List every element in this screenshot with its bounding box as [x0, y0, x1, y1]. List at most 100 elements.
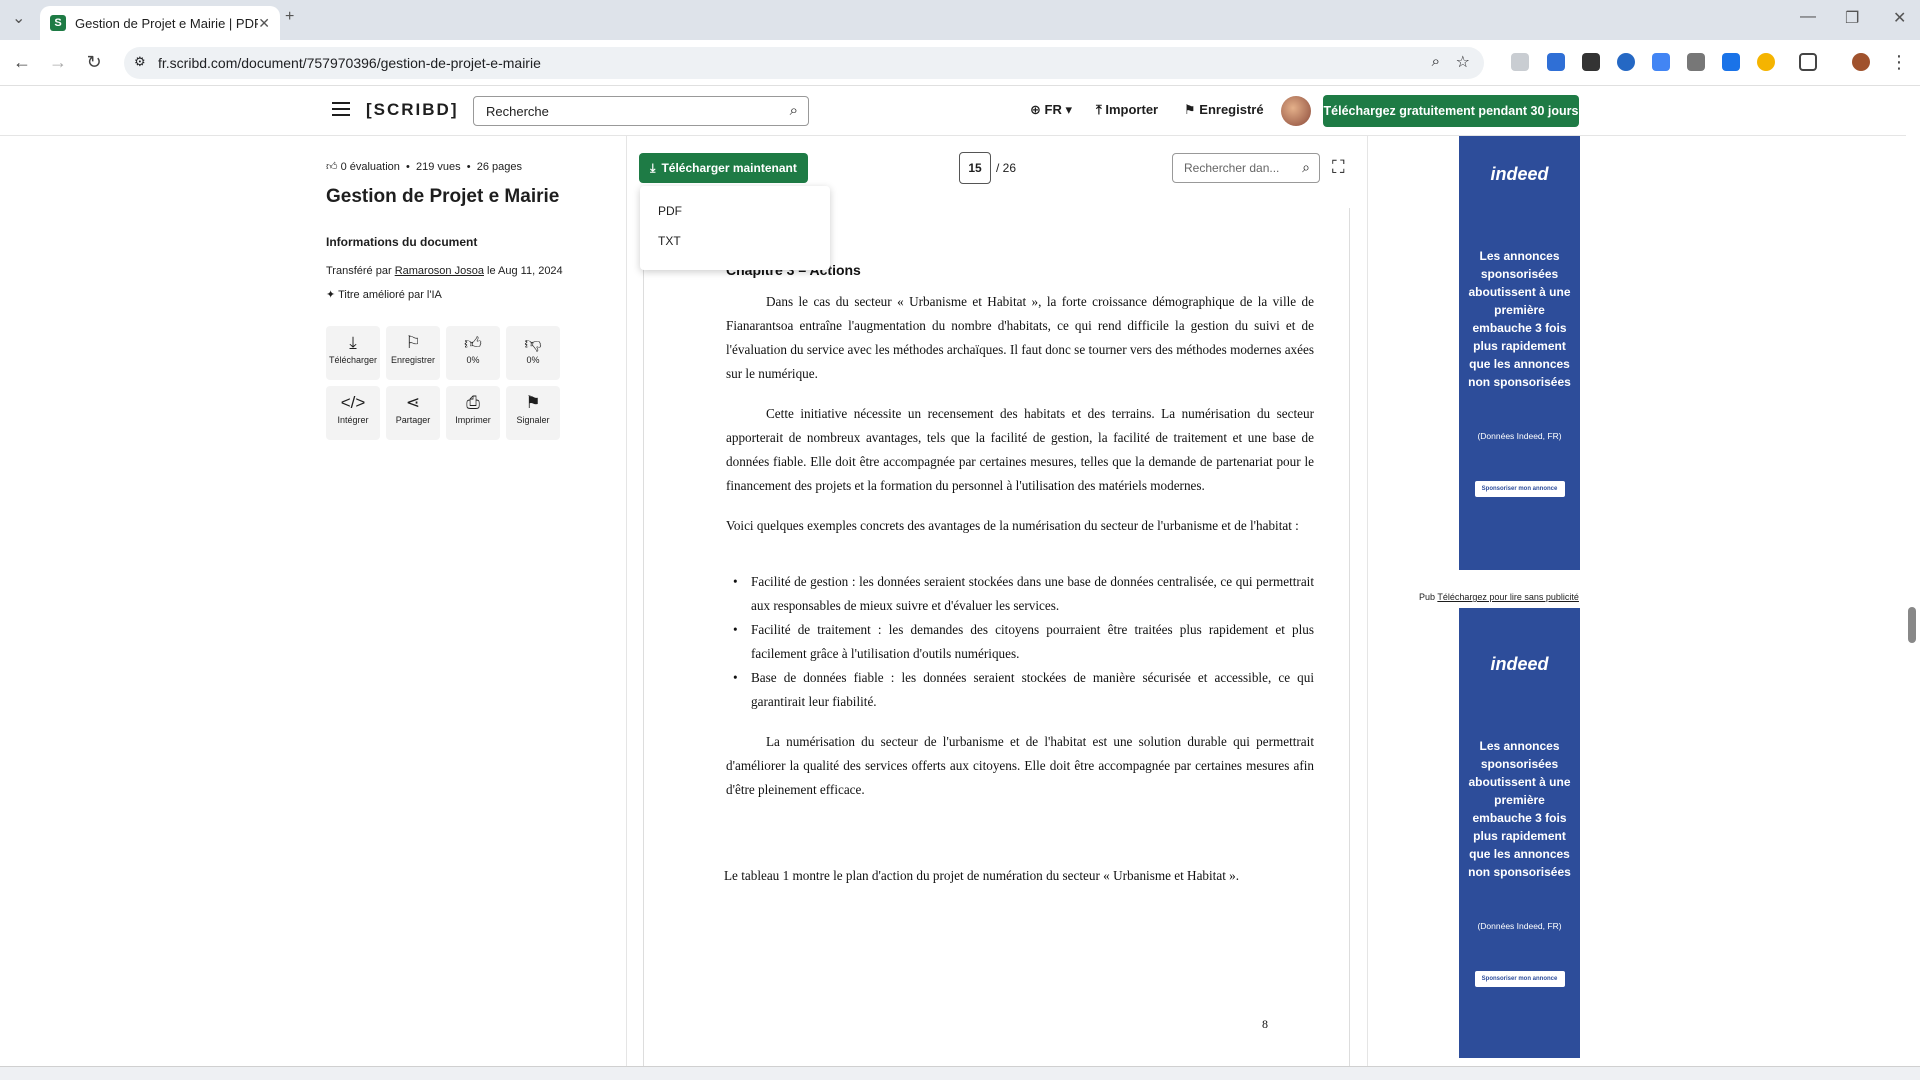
code-icon: </> [340, 393, 366, 412]
address-bar: ← → ↻ ⚙ fr.scribd.com/document/757970396… [0, 40, 1920, 86]
uploader-link[interactable]: Ramaroson Josoa [395, 265, 484, 277]
language-selector[interactable]: ⊕ FR ▾ [1030, 102, 1072, 118]
flag-icon: ⚑ [525, 393, 541, 412]
search-placeholder: Recherche [486, 104, 549, 119]
browser-tab[interactable]: S Gestion de Projet e Mairie | PDF ✕ [40, 6, 280, 40]
browser-menu-icon[interactable]: ⋮ [1888, 52, 1910, 73]
search-icon[interactable]: ⌕ [1302, 159, 1310, 176]
ad-message: Les annonces sponsorisées aboutissent à … [1468, 739, 1571, 879]
extension-icon[interactable] [1511, 53, 1529, 71]
download-icon: ⤓ [650, 160, 656, 175]
back-icon[interactable]: ← [11, 52, 33, 73]
bookmark-icon: ⚐ [405, 333, 421, 352]
extension-icon[interactable] [1687, 53, 1705, 71]
url-text: fr.scribd.com/document/757970396/gestion… [158, 55, 541, 71]
action-like-button[interactable]: 👍︎ 0% [446, 326, 500, 380]
site-info-icon[interactable]: ⚙ [134, 54, 146, 70]
list-item: Base de données fiable : les données ser… [733, 666, 1314, 714]
new-tab-icon[interactable]: + [285, 8, 294, 26]
extension-icon[interactable] [1617, 53, 1635, 71]
ai-note-text: Titre amélioré par l'IA [338, 289, 442, 301]
action-save-button[interactable]: ⚐ Enregistrer [386, 326, 440, 380]
action-report-button[interactable]: ⚑ Signaler [506, 386, 560, 440]
page-number-input[interactable]: 15 [959, 152, 991, 184]
action-label: 0% [526, 355, 540, 365]
action-label: Télécharger [328, 355, 378, 365]
close-window-icon[interactable]: ✕ [1893, 8, 1906, 28]
ad-banner[interactable]: indeed Les annonces sponsorisées aboutis… [1459, 608, 1580, 1058]
ad-banner[interactable]: indeed Les annonces sponsorisées aboutis… [1459, 136, 1580, 570]
list-item: Facilité de traitement : les demandes de… [733, 618, 1314, 666]
url-field[interactable]: ⚙ fr.scribd.com/document/757970396/gesti… [124, 47, 1484, 79]
indeed-logo: indeed [1490, 164, 1549, 184]
document-page: Chapitre 3 – Actions Dans le cas du sect… [643, 208, 1350, 1068]
user-avatar[interactable] [1281, 96, 1311, 126]
scrollbar-thumb[interactable] [1908, 607, 1916, 643]
tab-list-icon[interactable]: ⌄ [12, 8, 25, 28]
document-search-input[interactable]: Rechercher dan... ⌕ [1172, 153, 1320, 183]
scrollbar[interactable] [1906, 86, 1920, 1066]
list-item: Facilité de gestion : les données seraie… [733, 570, 1314, 618]
bookmark-star-icon[interactable]: ☆ [1456, 52, 1470, 72]
minimize-icon[interactable]: — [1800, 8, 1816, 26]
action-print-button[interactable]: ⎙ Imprimer [446, 386, 500, 440]
download-pdf-option[interactable]: PDF [658, 204, 682, 218]
share-icon: ⋖ [405, 393, 421, 412]
saved-link[interactable]: ⚑ Enregistré [1184, 102, 1264, 118]
free-trial-button[interactable]: Téléchargez gratuitement pendant 30 jour… [1323, 95, 1579, 127]
ad-notice: Pub Téléchargez pour lire sans publicité [1419, 592, 1579, 602]
action-embed-button[interactable]: </> Intégrer [326, 386, 380, 440]
thumbs-up-icon: 👍︎ [326, 161, 338, 173]
divider [626, 136, 627, 1066]
forward-icon[interactable]: → [47, 52, 69, 73]
profile-avatar[interactable] [1852, 53, 1870, 71]
page-count: 26 pages [476, 161, 522, 173]
chevron-down-icon: ▾ [1065, 102, 1073, 117]
globe-icon: ⊕ [1030, 102, 1041, 117]
extension-icon[interactable] [1582, 53, 1600, 71]
action-download-button[interactable]: ⤓ Télécharger [326, 326, 380, 380]
paragraph-text: Cette initiative nécessite un recensemen… [726, 406, 1314, 493]
action-label: Signaler [516, 415, 550, 425]
paragraph-text: Dans le cas du secteur « Urbanisme et Ha… [726, 294, 1314, 381]
download-now-button[interactable]: ⤓ Télécharger maintenant [639, 153, 808, 183]
extension-icon[interactable] [1547, 53, 1565, 71]
page-number: 8 [1262, 1017, 1268, 1031]
sponsor-button[interactable]: Sponsoriser mon annonce [1474, 481, 1565, 497]
extensions-puzzle-icon[interactable] [1799, 53, 1817, 71]
pub-label: Pub [1419, 592, 1436, 602]
action-dislike-button[interactable]: 👎︎ 0% [506, 326, 560, 380]
paragraph: La numérisation du secteur de l'urbanism… [726, 730, 1314, 802]
ad-source: (Données Indeed, FR) [1477, 921, 1562, 931]
bookmark-icon: ⚑ [1184, 102, 1196, 117]
divider [1367, 136, 1368, 1066]
close-tab-icon[interactable]: ✕ [258, 15, 270, 32]
restore-icon[interactable]: ❐ [1845, 8, 1859, 28]
translate-icon[interactable] [1652, 53, 1670, 71]
search-input[interactable]: Recherche ⌕ [473, 96, 809, 126]
action-label: Enregistrer [390, 355, 435, 365]
extension-icon[interactable] [1757, 53, 1775, 71]
ad-message: Les annonces sponsorisées aboutissent à … [1468, 249, 1571, 389]
saved-label: Enregistré [1199, 102, 1264, 117]
scribd-logo[interactable]: [SCRIBD] [366, 100, 459, 120]
ai-title-note: ✦ Titre amélioré par l'IA [326, 288, 442, 301]
ad-free-link[interactable]: Téléchargez pour lire sans publicité [1437, 592, 1579, 602]
reload-icon[interactable]: ↻ [83, 52, 105, 73]
table-reference: Le tableau 1 montre le plan d'action du … [724, 868, 1240, 883]
download-txt-option[interactable]: TXT [658, 234, 681, 248]
zoom-icon[interactable]: ⌕ [1432, 53, 1440, 70]
action-share-button[interactable]: ⋖ Partager [386, 386, 440, 440]
import-label: Importer [1105, 102, 1159, 117]
fullscreen-icon[interactable]: ⛶ [1332, 157, 1345, 178]
site-header: [SCRIBD] Recherche ⌕ ⊕ FR ▾ ⤒ Importer ⚑… [0, 86, 1920, 136]
sponsor-button[interactable]: Sponsoriser mon annonce [1474, 971, 1565, 987]
tab-title: Gestion de Projet e Mairie | PDF [75, 15, 259, 31]
search-icon[interactable]: ⌕ [790, 102, 798, 119]
menu-icon[interactable] [332, 102, 350, 116]
import-link[interactable]: ⤒ Importer [1096, 102, 1158, 118]
document-search-placeholder: Rechercher dan... [1184, 161, 1280, 175]
doc-meta: 👍︎ 0 évaluation • 219 vues • 26 pages [326, 161, 522, 173]
print-icon: ⎙ [466, 393, 480, 412]
extension-icon[interactable] [1722, 53, 1740, 71]
